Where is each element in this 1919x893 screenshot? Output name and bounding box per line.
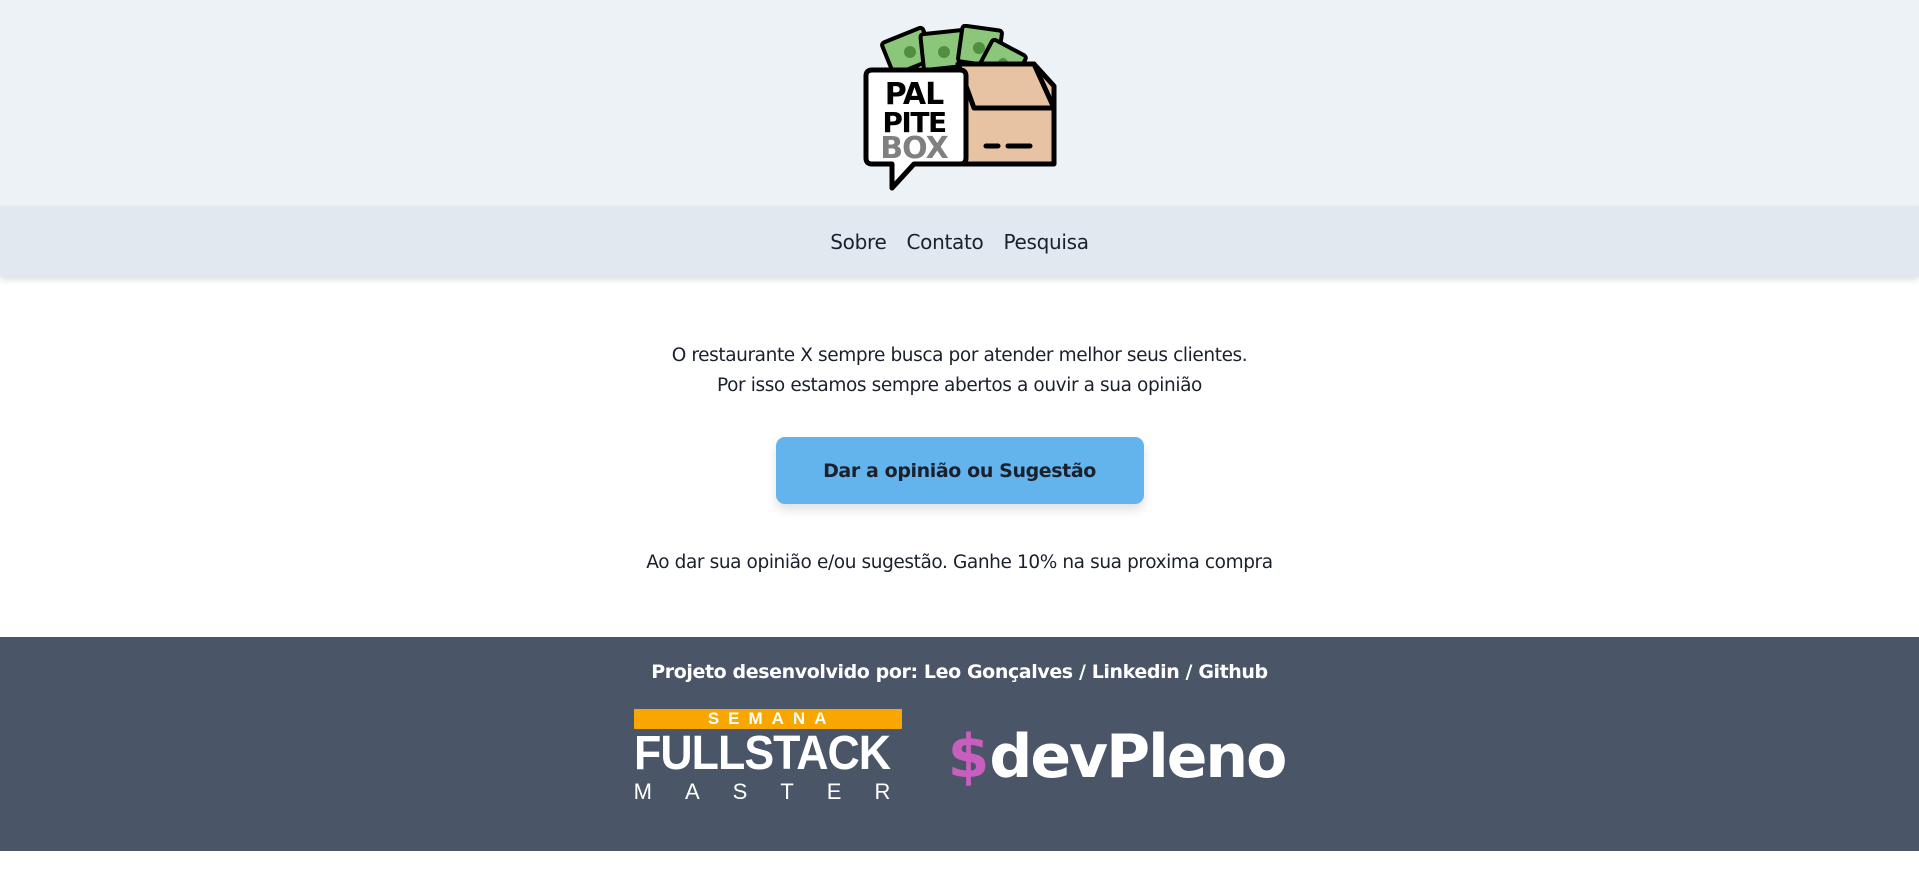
intro-line-2: Por isso estamos sempre abertos a ouvir … bbox=[717, 375, 1202, 396]
devpleno-label: devPleno bbox=[989, 721, 1287, 792]
give-opinion-button[interactable]: Dar a opinião ou Sugestão bbox=[775, 437, 1144, 504]
github-link[interactable]: Github bbox=[1198, 661, 1268, 683]
semana-fullstack-master-logo[interactable]: SEMANA FULLSTACK MASTER bbox=[633, 709, 924, 804]
credit-line: Projeto desenvolvido por: Leo Gonçalves … bbox=[651, 661, 1268, 683]
nav-pesquisa-link[interactable]: Pesquisa bbox=[1003, 230, 1089, 254]
footer: Projeto desenvolvido por: Leo Gonçalves … bbox=[0, 637, 1919, 851]
fsm-bottom-label: MASTER bbox=[633, 779, 924, 804]
nav-contato-link[interactable]: Contato bbox=[906, 230, 983, 254]
dollar-icon: $ bbox=[947, 721, 990, 792]
author-link[interactable]: Leo Gonçalves bbox=[924, 661, 1073, 683]
separator: / bbox=[1072, 661, 1092, 683]
credit-prefix: Projeto desenvolvido por: bbox=[651, 661, 924, 683]
fsm-top-label: SEMANA bbox=[633, 709, 902, 729]
nav-sobre-link[interactable]: Sobre bbox=[830, 230, 887, 254]
intro-text: O restaurante X sempre busca por atender… bbox=[672, 341, 1248, 401]
sponsors: SEMANA FULLSTACK MASTER $ devPleno bbox=[633, 709, 1288, 804]
main-nav: Sobre Contato Pesquisa bbox=[0, 206, 1919, 277]
promo-text: Ao dar sua opinião e/ou sugestão. Ganhe … bbox=[646, 552, 1273, 573]
header: PAL PITE BOX bbox=[0, 0, 1919, 206]
intro-line-1: O restaurante X sempre busca por atender… bbox=[671, 345, 1248, 366]
main-content: O restaurante X sempre busca por atender… bbox=[0, 277, 1919, 637]
palpitebox-logo[interactable]: PAL PITE BOX bbox=[858, 24, 1062, 196]
separator: / bbox=[1179, 661, 1199, 683]
svg-text:BOX: BOX bbox=[880, 131, 948, 166]
fsm-middle-label: FULLSTACK bbox=[633, 727, 891, 780]
linkedin-link[interactable]: Linkedin bbox=[1092, 661, 1180, 683]
devpleno-logo[interactable]: $ devPleno bbox=[947, 721, 1288, 792]
